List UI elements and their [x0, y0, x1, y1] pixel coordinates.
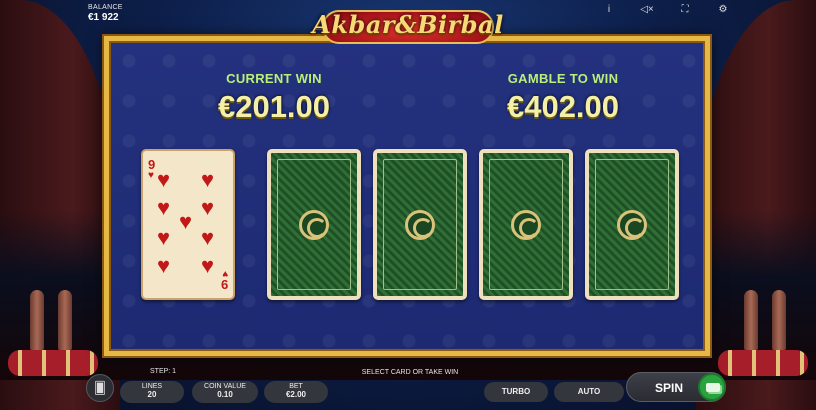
lines-label: LINES — [141, 383, 163, 390]
coin-value-label: COIN VALUE — [204, 383, 246, 390]
gamble-panel: CURRENT WIN €201.00 GAMBLE TO WIN €402.0… — [104, 36, 710, 356]
heart-pip-icon: ♥ — [157, 195, 171, 220]
gamble-to-win-label: GAMBLE TO WIN — [507, 71, 619, 86]
bet-selector[interactable]: BET €2.00 — [264, 381, 328, 403]
lines-value: 20 — [147, 390, 157, 399]
current-win-label: CURRENT WIN — [226, 71, 322, 86]
card-corner-bottom: 9 ♥ — [220, 268, 228, 292]
coin-value-selector[interactable]: COIN VALUE 0.10 — [192, 381, 258, 403]
balance-label: BALANCE — [88, 4, 123, 11]
heart-suit-icon: ♥ — [148, 170, 154, 181]
bet-value: €2.00 — [285, 390, 307, 399]
heart-pip-icon: ♥ — [201, 225, 215, 250]
lines-selector[interactable]: LINES 20 — [120, 381, 184, 403]
balustrade-pillar — [744, 290, 758, 350]
turbo-button[interactable]: TURBO — [484, 382, 548, 402]
heart-pip-icon: ♥ — [179, 209, 193, 234]
logo-text: Akbar&Birbal — [312, 10, 504, 39]
gamble-card-button[interactable]: 🂠 — [86, 374, 114, 402]
face-down-card-2[interactable] — [373, 149, 467, 300]
cards-icon: 🂠 — [93, 381, 107, 395]
card-corner-top: 9 ♥ — [148, 158, 155, 181]
current-win-value: €201.00 — [217, 89, 331, 124]
fullscreen-icon[interactable]: ⛶ — [678, 4, 692, 15]
heart-pip-icon: ♥ — [157, 225, 171, 250]
balustrade-pillar — [772, 290, 786, 350]
game-logo: Akbar&Birbal — [296, 4, 520, 48]
heart-suit-icon: ♥ — [222, 268, 228, 279]
balustrade-pillar — [58, 290, 72, 350]
face-down-card-3[interactable] — [479, 149, 573, 300]
info-icon[interactable]: i — [602, 4, 616, 15]
balustrade-pillar — [30, 290, 44, 350]
bet-label: BET — [289, 383, 303, 390]
balance-display: BALANCE €1 922 — [88, 4, 123, 23]
card-rank: 9 — [220, 277, 228, 292]
settings-icon[interactable]: ⚙ — [716, 4, 730, 15]
instruction-text: SELECT CARD OR TAKE WIN — [361, 369, 459, 376]
gamble-to-win-value: €402.00 — [506, 89, 620, 124]
heart-pip-icon: ♥ — [201, 167, 215, 192]
coin-value: 0.10 — [217, 390, 233, 399]
card-back-emblem-icon — [617, 209, 647, 240]
face-down-card-4[interactable] — [585, 149, 679, 300]
mute-icon[interactable]: ◁× — [640, 4, 654, 15]
balance-value: €1 922 — [88, 11, 119, 23]
heart-pip-icon: ♥ — [157, 167, 171, 192]
heart-pip-icon: ♥ — [157, 253, 171, 278]
top-icon-bar: i ◁× ⛶ ⚙ — [602, 4, 730, 15]
auto-button[interactable]: AUTO — [554, 382, 624, 402]
heart-pip-icon: ♥ — [201, 253, 215, 278]
card-back-emblem-icon — [511, 209, 541, 240]
card-back-emblem-icon — [405, 209, 435, 240]
take-win-money-icon[interactable] — [698, 373, 726, 401]
step-indicator: STEP: 1 — [150, 368, 177, 375]
face-down-card-1[interactable] — [267, 149, 361, 300]
revealed-card: 9 ♥ ♥ ♥ ♥ ♥ ♥ ♥ ♥ ♥ ♥ 9 ♥ — [141, 149, 235, 300]
heart-pip-icon: ♥ — [201, 195, 215, 220]
card-back-emblem-icon — [299, 209, 329, 240]
